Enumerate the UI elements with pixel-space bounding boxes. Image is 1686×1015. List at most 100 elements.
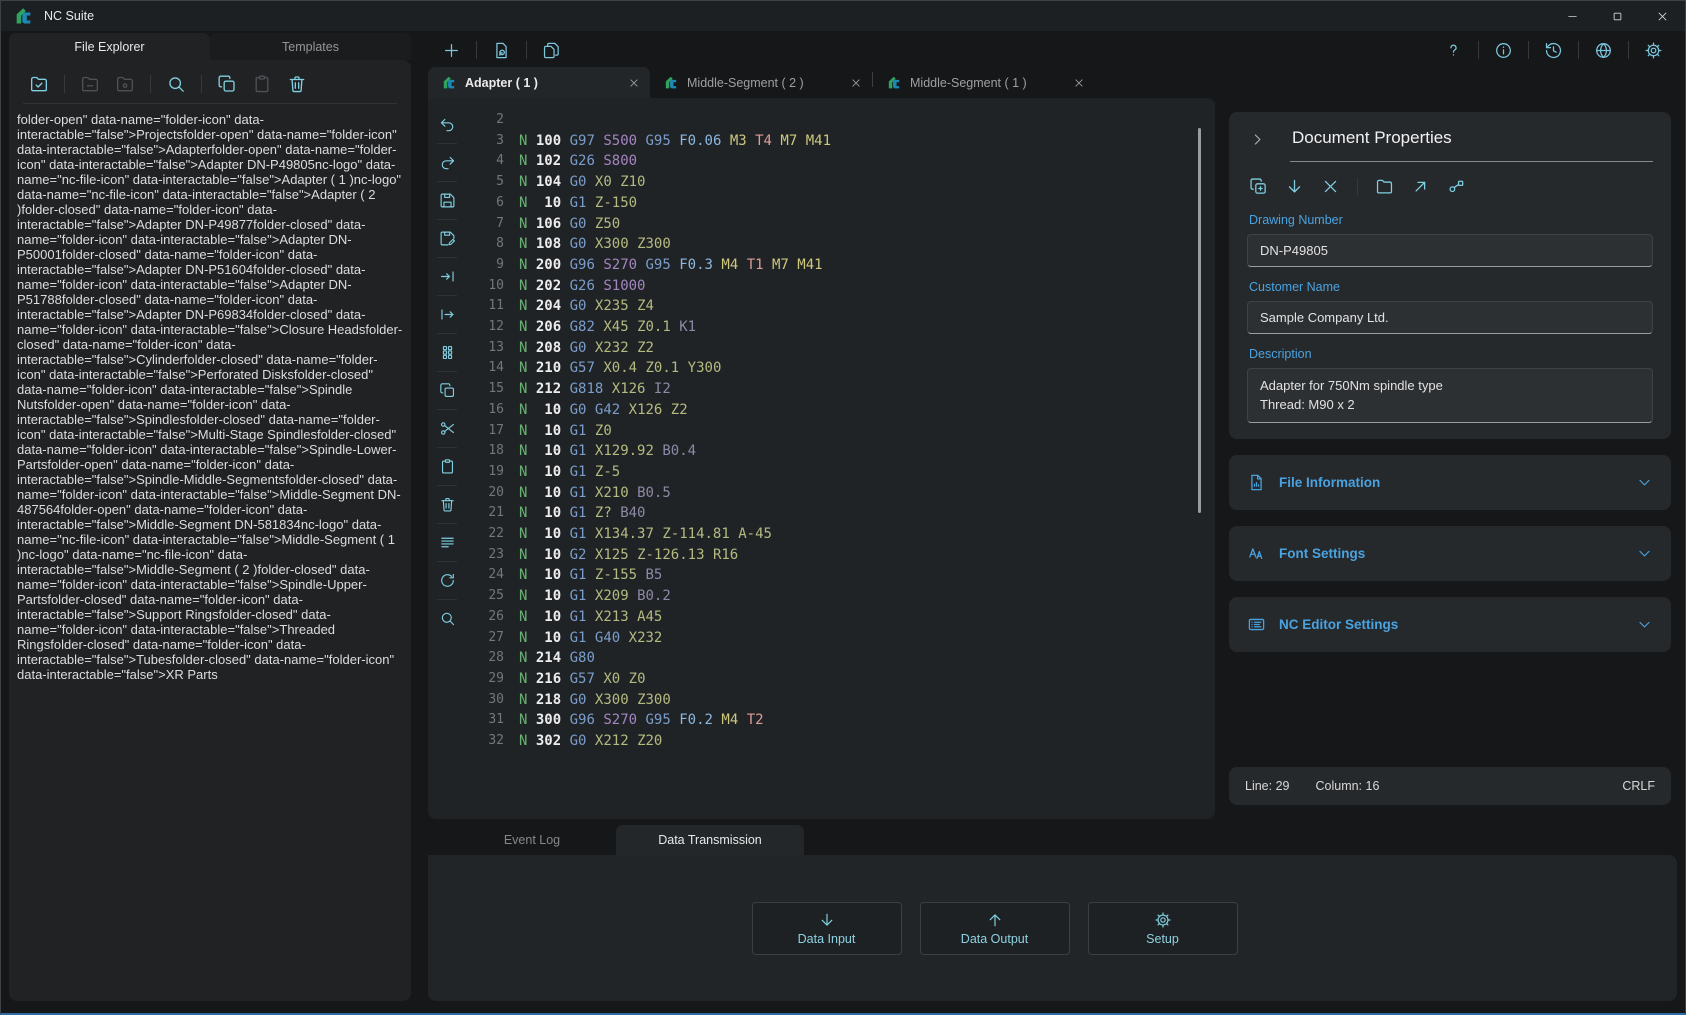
editor-tab[interactable]: Adapter ( 1 ) bbox=[428, 67, 650, 98]
line-number: 27 bbox=[474, 628, 504, 649]
nc-file-icon bbox=[886, 75, 902, 91]
code-line: 5N 104 G0 X0 Z10 bbox=[474, 172, 1215, 193]
tab-data-transmission[interactable]: Data Transmission bbox=[616, 825, 804, 855]
app-title: NC Suite bbox=[44, 9, 94, 23]
description-field[interactable]: Adapter for 750Nm spindle type Thread: M… bbox=[1247, 368, 1653, 423]
info-icon[interactable] bbox=[1494, 41, 1513, 60]
main-toolbar bbox=[428, 33, 1677, 67]
code-line: 26N 10 G1 X213 A45 bbox=[474, 607, 1215, 628]
minimize-button[interactable] bbox=[1550, 1, 1595, 31]
data-input-button[interactable]: Data Input bbox=[752, 902, 902, 955]
code-line: 30N 218 G0 X300 Z300 bbox=[474, 690, 1215, 711]
data-output-button[interactable]: Data Output bbox=[920, 902, 1070, 955]
code-line: 20N 10 G1 X210 B0.5 bbox=[474, 483, 1215, 504]
code-line: 25N 10 G1 X209 B0.2 bbox=[474, 586, 1215, 607]
gear-icon[interactable] bbox=[1644, 41, 1663, 60]
save-icon[interactable] bbox=[439, 192, 456, 209]
chevron-down-icon[interactable] bbox=[1636, 616, 1653, 633]
close-icon[interactable] bbox=[1321, 177, 1340, 196]
chevron-down-icon[interactable] bbox=[1636, 545, 1653, 562]
editor-tab[interactable]: Middle-Segment ( 2 ) bbox=[650, 67, 872, 98]
save-all-icon[interactable] bbox=[542, 41, 561, 60]
collapse-panel-icon[interactable] bbox=[1249, 131, 1266, 148]
close-tab-icon[interactable] bbox=[628, 77, 640, 89]
line-number: 15 bbox=[474, 379, 504, 400]
maximize-button[interactable] bbox=[1595, 1, 1640, 31]
nc-file-icon bbox=[663, 75, 679, 91]
arrow-to-bar-icon[interactable] bbox=[439, 268, 456, 285]
undo-icon[interactable] bbox=[439, 116, 456, 133]
file-explorer-panel: File Explorer Templates folder-open" dat… bbox=[9, 33, 411, 1001]
code-line: 17N 10 G1 Z0 bbox=[474, 421, 1215, 442]
toolbar-divider bbox=[437, 257, 457, 258]
tab-templates[interactable]: Templates bbox=[210, 33, 411, 60]
data-transmission-panel: Data Input Data Output Setup bbox=[428, 855, 1677, 1001]
folder-icon[interactable] bbox=[1375, 177, 1394, 196]
customer-name-field[interactable] bbox=[1247, 301, 1653, 334]
setup-button[interactable]: Setup bbox=[1088, 902, 1238, 955]
line-number: 31 bbox=[474, 710, 504, 731]
code-line: 13N 208 G0 X232 Z2 bbox=[474, 338, 1215, 359]
arrow-up-right-icon[interactable] bbox=[1411, 177, 1430, 196]
line-number: 5 bbox=[474, 172, 504, 193]
trash-icon[interactable] bbox=[439, 496, 456, 513]
close-tab-icon[interactable] bbox=[1073, 77, 1085, 89]
code-area[interactable]: 23N 100 G97 S500 G95 F0.06 M3 T4 M7 M414… bbox=[466, 98, 1215, 819]
copy-icon[interactable] bbox=[439, 382, 456, 399]
globe-icon[interactable] bbox=[1594, 41, 1613, 60]
search-icon[interactable] bbox=[439, 610, 456, 627]
help-icon[interactable] bbox=[1444, 41, 1463, 60]
code-line: 31N 300 G96 S270 G95 F0.2 M4 T2 bbox=[474, 710, 1215, 731]
copy-add-icon[interactable] bbox=[1249, 177, 1268, 196]
section-font-settings[interactable]: Font Settings bbox=[1229, 526, 1671, 581]
arrow-down-icon[interactable] bbox=[1285, 177, 1304, 196]
bottom-panel: Event Log Data Transmission Data InputDa… bbox=[428, 825, 1677, 1001]
toolbar-divider bbox=[437, 409, 457, 410]
trash-icon[interactable] bbox=[287, 74, 307, 94]
folder-minus-icon[interactable] bbox=[80, 74, 100, 94]
line-number: 8 bbox=[474, 234, 504, 255]
refresh-icon[interactable] bbox=[439, 572, 456, 589]
arrow-from-bar-icon[interactable] bbox=[439, 306, 456, 323]
chevron-down-icon[interactable] bbox=[1636, 474, 1653, 491]
paste-icon[interactable] bbox=[439, 458, 456, 475]
editor-tool-strip bbox=[428, 98, 466, 819]
history-icon[interactable] bbox=[1544, 41, 1563, 60]
folder-gear-icon[interactable] bbox=[115, 74, 135, 94]
copy-icon[interactable] bbox=[217, 74, 237, 94]
redo-icon[interactable] bbox=[439, 154, 456, 171]
editor-tab[interactable]: Middle-Segment ( 1 ) bbox=[873, 67, 1095, 98]
toolbar-divider bbox=[437, 485, 457, 486]
select-list-icon[interactable] bbox=[439, 534, 456, 551]
file-information-icon bbox=[1247, 473, 1266, 492]
link-icon[interactable] bbox=[1447, 177, 1466, 196]
save-as-icon[interactable] bbox=[439, 230, 456, 247]
line-number: 13 bbox=[474, 338, 504, 359]
line-number: 11 bbox=[474, 296, 504, 317]
section-file-information[interactable]: File Information bbox=[1229, 455, 1671, 510]
toolbar-divider bbox=[1528, 41, 1529, 59]
close-button[interactable] bbox=[1640, 1, 1685, 31]
folder-check-icon[interactable] bbox=[29, 74, 49, 94]
toolbar-divider bbox=[437, 333, 457, 334]
cut-icon[interactable] bbox=[439, 420, 456, 437]
paste-icon[interactable] bbox=[252, 74, 272, 94]
section-nc-editor-settings[interactable]: NC Editor Settings bbox=[1229, 597, 1671, 652]
app-window: NC Suite File Explorer Templates folder-… bbox=[0, 0, 1686, 1015]
tab-event-log[interactable]: Event Log bbox=[448, 825, 616, 855]
drawing-number-field[interactable] bbox=[1247, 234, 1653, 267]
line-number: 32 bbox=[474, 731, 504, 752]
code-line: 10N 202 G26 S1000 bbox=[474, 276, 1215, 297]
plus-icon[interactable] bbox=[442, 41, 461, 60]
code-line: 11N 204 G0 X235 Z4 bbox=[474, 296, 1215, 317]
renumber-icon[interactable] bbox=[439, 344, 456, 361]
file-open-icon[interactable] bbox=[492, 41, 511, 60]
document-properties-panel: Document Properties Drawing Number Custo… bbox=[1215, 98, 1677, 819]
toolbar-divider bbox=[437, 219, 457, 220]
code-line: 9N 200 G96 S270 G95 F0.3 M4 T1 M7 M41 bbox=[474, 255, 1215, 276]
search-icon[interactable] bbox=[166, 74, 186, 94]
editor-scrollbar[interactable] bbox=[1198, 128, 1201, 513]
maximize-icon bbox=[1611, 10, 1624, 23]
tab-file-explorer[interactable]: File Explorer bbox=[9, 33, 210, 60]
close-tab-icon[interactable] bbox=[850, 77, 862, 89]
